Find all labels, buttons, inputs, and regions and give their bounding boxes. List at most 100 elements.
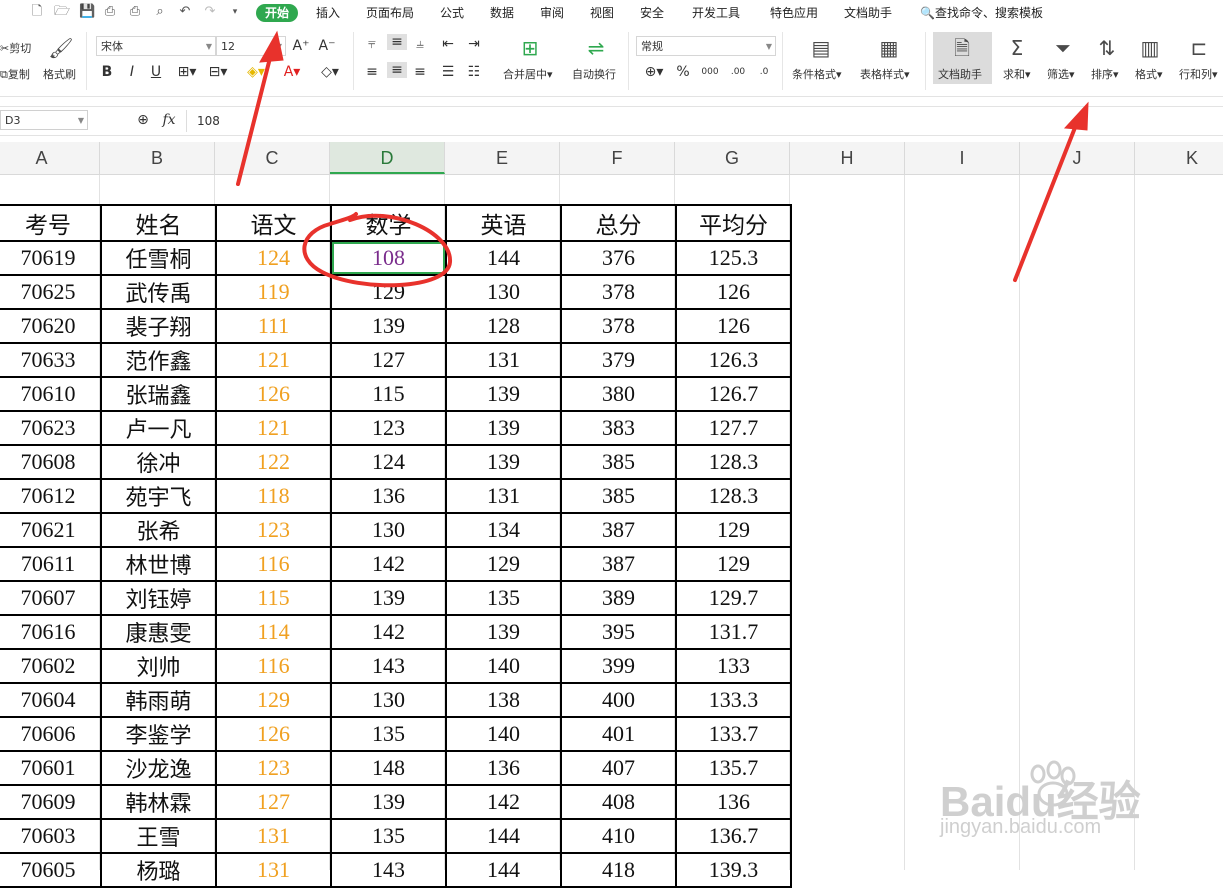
table-cell[interactable]: 144 [445, 852, 562, 888]
format-icon[interactable]: ▥ [1137, 36, 1163, 60]
table-cell[interactable]: 142 [330, 614, 447, 650]
table-cell[interactable]: 127 [215, 784, 332, 820]
table-cell[interactable]: 129 [675, 546, 792, 582]
table-cell[interactable]: 140 [445, 716, 562, 752]
font-shrink-icon[interactable]: A⁻ [318, 38, 336, 54]
table-cell[interactable]: 126.7 [675, 376, 792, 412]
font-color-icon[interactable]: A▾ [280, 64, 304, 80]
table-cell[interactable]: 135 [330, 716, 447, 752]
table-cell[interactable]: 116 [215, 546, 332, 582]
table-cell[interactable]: 389 [560, 580, 677, 616]
format-button[interactable]: 格式▾ [1135, 66, 1163, 82]
table-cell[interactable]: 133.3 [675, 682, 792, 718]
table-cell[interactable]: 123 [215, 750, 332, 786]
table-cell[interactable]: 70606 [0, 716, 102, 752]
table-cell[interactable]: 沙龙逸 [100, 750, 217, 786]
table-cell[interactable]: 126 [675, 308, 792, 344]
table-cell[interactable]: 115 [215, 580, 332, 616]
table-cell[interactable]: 123 [330, 410, 447, 446]
table-cell[interactable]: 韩雨萌 [100, 682, 217, 718]
table-cell[interactable]: 139 [445, 376, 562, 412]
column-header[interactable]: F [560, 142, 675, 174]
table-cell[interactable]: 70604 [0, 682, 102, 718]
table-cell[interactable]: 148 [330, 750, 447, 786]
table-header-cell[interactable]: 英语 [445, 204, 562, 242]
command-search[interactable]: 🔍查找命令、搜索模板 [920, 4, 1043, 22]
table-cell[interactable]: 142 [445, 784, 562, 820]
align-right-icon[interactable]: ≡ [412, 64, 428, 80]
decrease-decimal-icon[interactable]: .0 [754, 64, 774, 80]
percent-icon[interactable]: % [674, 64, 692, 80]
table-cell[interactable]: 126 [215, 716, 332, 752]
table-cell[interactable]: 121 [215, 342, 332, 378]
selected-cell[interactable]: 108 [330, 240, 447, 276]
format-painter-icon[interactable]: 🖌 [48, 36, 74, 60]
table-header-cell[interactable]: 总分 [560, 204, 677, 242]
table-cell[interactable]: 131 [445, 478, 562, 514]
cut-button[interactable]: ✂剪切 [0, 40, 31, 56]
table-cell[interactable]: 125.3 [675, 240, 792, 276]
table-cell[interactable]: 401 [560, 716, 677, 752]
table-cell[interactable]: 116 [215, 648, 332, 684]
table-cell[interactable]: 裴子翔 [100, 308, 217, 344]
merge-center-button[interactable]: 合并居中▾ [503, 66, 553, 82]
table-header-cell[interactable]: 姓名 [100, 204, 217, 242]
justify-icon[interactable]: ☰ [440, 64, 456, 80]
table-cell[interactable]: 136 [675, 784, 792, 820]
conditional-format-button[interactable]: 条件格式▾ [792, 66, 842, 82]
table-cell[interactable]: 123 [215, 512, 332, 548]
table-cell[interactable]: 70619 [0, 240, 102, 276]
table-cell[interactable]: 126 [675, 274, 792, 310]
table-cell[interactable]: 128 [445, 308, 562, 344]
number-format-select[interactable]: 常规 ▼ [636, 36, 776, 56]
align-left-icon[interactable]: ≡ [364, 64, 380, 80]
table-cell[interactable]: 133 [675, 648, 792, 684]
rows-cols-button[interactable]: 行和列▾ [1179, 66, 1218, 82]
table-cell[interactable]: 418 [560, 852, 677, 888]
name-box[interactable]: D3 ▼ [0, 110, 88, 130]
table-cell[interactable]: 135 [445, 580, 562, 616]
table-cell[interactable]: 杨璐 [100, 852, 217, 888]
column-header[interactable]: K [1135, 142, 1223, 174]
clear-format-icon[interactable]: ◇▾ [318, 64, 342, 80]
column-header[interactable]: H [790, 142, 905, 174]
table-header-cell[interactable]: 数学 [330, 204, 447, 242]
table-cell[interactable]: 119 [215, 274, 332, 310]
table-cell[interactable]: 140 [445, 648, 562, 684]
table-cell[interactable]: 129.7 [675, 580, 792, 616]
table-cell[interactable]: 70625 [0, 274, 102, 310]
undo-icon[interactable]: ↶ [178, 5, 192, 19]
table-cell[interactable]: 130 [445, 274, 562, 310]
table-cell[interactable]: 139 [445, 614, 562, 650]
table-cell[interactable]: 135 [330, 818, 447, 854]
table-cell[interactable]: 129 [675, 512, 792, 548]
table-cell[interactable]: 136.7 [675, 818, 792, 854]
tab-start[interactable]: 开始 [256, 4, 299, 22]
table-cell[interactable]: 70623 [0, 410, 102, 446]
table-cell[interactable]: 70616 [0, 614, 102, 650]
table-cell[interactable]: 410 [560, 818, 677, 854]
table-cell[interactable]: 138 [445, 682, 562, 718]
table-cell[interactable]: 70602 [0, 648, 102, 684]
formula-input[interactable]: 108 [186, 110, 1223, 132]
table-header-cell[interactable]: 语文 [215, 204, 332, 242]
table-cell[interactable]: 387 [560, 546, 677, 582]
merge-style-icon[interactable]: ⊟▾ [206, 64, 230, 80]
tab-view[interactable]: 视图 [590, 4, 614, 22]
doc-assistant-button[interactable]: 🗎 文档助手 [933, 32, 992, 84]
column-header[interactable]: I [905, 142, 1020, 174]
table-cell[interactable]: 143 [330, 852, 447, 888]
table-cell[interactable]: 111 [215, 308, 332, 344]
fx-icon[interactable]: fx [160, 112, 178, 128]
table-cell[interactable]: 70601 [0, 750, 102, 786]
align-center-icon[interactable]: ≡ [387, 62, 407, 78]
print-icon[interactable]: ⎙ [128, 5, 142, 19]
table-cell[interactable]: 139.3 [675, 852, 792, 888]
table-cell[interactable]: 380 [560, 376, 677, 412]
table-cell[interactable]: 139 [445, 444, 562, 480]
table-cell[interactable]: 122 [215, 444, 332, 480]
table-cell[interactable]: 70633 [0, 342, 102, 378]
table-cell[interactable]: 383 [560, 410, 677, 446]
wrap-text-button[interactable]: 自动换行 [572, 66, 616, 82]
align-top-icon[interactable]: ⫧ [364, 36, 380, 52]
